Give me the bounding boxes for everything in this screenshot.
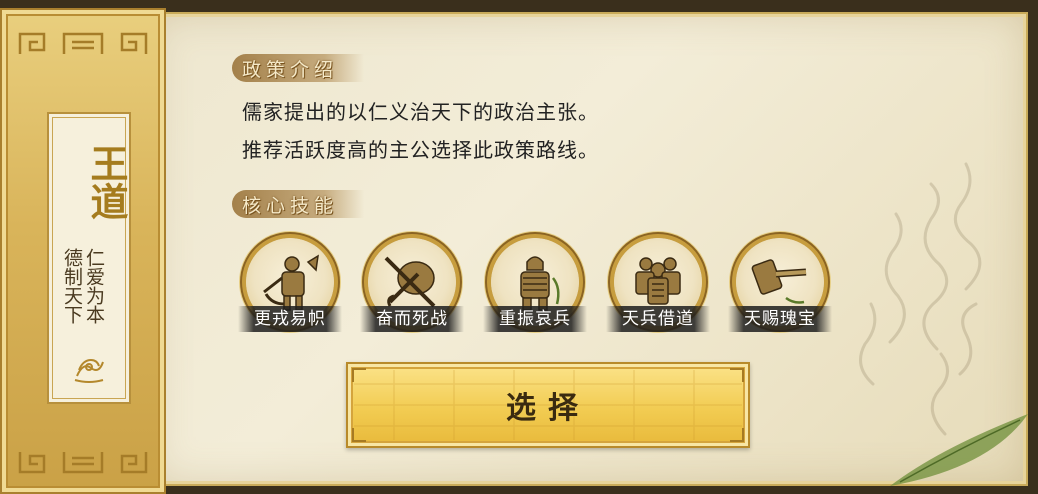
dragon-emblem-icon — [74, 358, 104, 383]
skill-item[interactable]: 重振哀兵 — [483, 238, 587, 332]
skill-item[interactable]: 更戎易帜 — [238, 238, 342, 332]
skill-item[interactable]: 天兵借道 — [606, 238, 710, 332]
policy-card: 王道 仁爱为本 德制天下 — [47, 112, 131, 404]
skill-item[interactable]: 奋而死战 — [360, 238, 464, 332]
skill-name: 更戎易帜 — [238, 306, 342, 332]
policy-screen: 王道 仁爱为本 德制天下 政策介绍 儒家提出的以仁义治天下的政治主张。 推荐活跃… — [0, 0, 1038, 494]
meander-pattern-top — [18, 32, 148, 54]
meander-pattern-bottom — [18, 452, 148, 474]
skills-section-header: 核心技能 — [232, 190, 365, 218]
intro-line-1: 儒家提出的以仁义治天下的政治主张。 — [242, 100, 599, 124]
policy-motto: 仁爱为本 德制天下 — [61, 248, 105, 348]
motto-line-2: 德制天下 — [61, 248, 83, 324]
leaf-decoration — [890, 414, 1028, 486]
intro-section-header: 政策介绍 — [232, 54, 365, 82]
skill-name: 天赐瑰宝 — [728, 306, 832, 332]
skill-name: 奋而死战 — [360, 306, 464, 332]
skill-item[interactable]: 天赐瑰宝 — [728, 238, 832, 332]
intro-line-2: 推荐活跃度高的主公选择此政策路线。 — [242, 138, 599, 162]
skills-header-label: 核心技能 — [242, 194, 339, 217]
skill-name: 天兵借道 — [606, 306, 710, 332]
select-button-label: 选择 — [506, 391, 590, 426]
select-button[interactable]: 选择 — [346, 362, 750, 448]
policy-title: 王道 — [84, 144, 129, 220]
skill-name: 重振哀兵 — [483, 306, 587, 332]
motto-line-1: 仁爱为本 — [83, 248, 105, 324]
policy-banner: 王道 仁爱为本 德制天下 — [0, 8, 166, 494]
intro-header-label: 政策介绍 — [242, 58, 339, 81]
